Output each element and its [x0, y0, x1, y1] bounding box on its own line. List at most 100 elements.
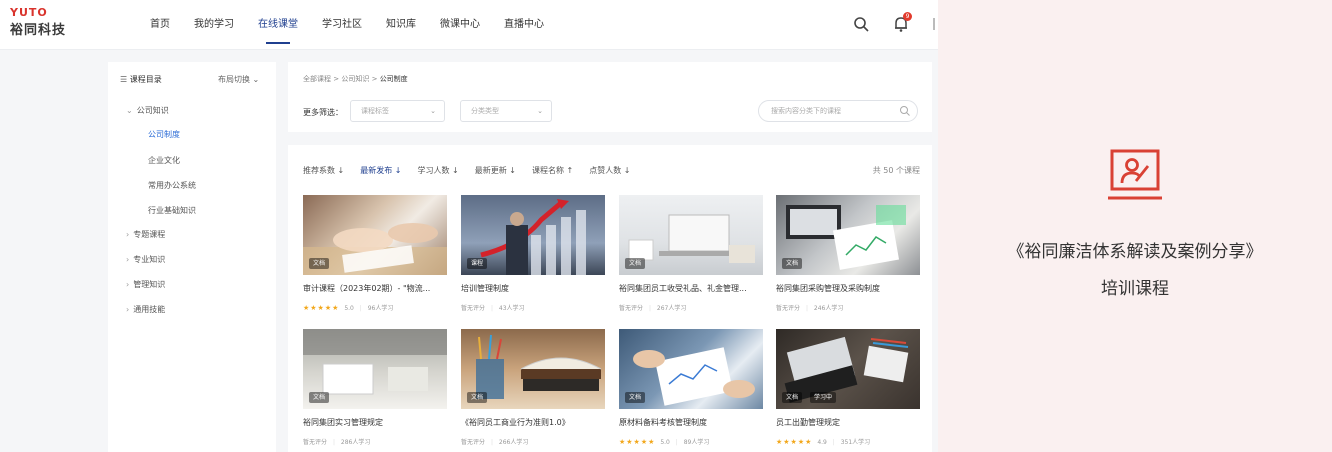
promo-subtitle: 培训课程 — [1101, 279, 1169, 299]
header-divider — [933, 18, 935, 30]
nav-home[interactable]: 首页 — [150, 0, 170, 50]
course-title[interactable]: 《裕同员工商业行为准则1.0》 — [461, 417, 605, 428]
sidebar-item-label: 公司知识 — [136, 106, 169, 115]
promo-title: 《裕同廉洁体系解读及案例分享》 — [1007, 242, 1263, 262]
sidebar-item-company-knowledge[interactable]: ⌄ 公司知识 — [126, 105, 169, 116]
course-title[interactable]: 员工出勤管理规定 — [776, 417, 920, 428]
chevron-right-icon: › — [126, 305, 130, 314]
sort-updated[interactable]: 最新更新 ↓ — [475, 165, 516, 176]
sort-recommend[interactable]: 推荐系数 ↓ — [303, 165, 344, 176]
sort-learners[interactable]: 学习人数 ↓ — [418, 165, 459, 176]
rating-stars: ★★★★★ — [619, 438, 656, 446]
nav-community[interactable]: 学习社区 — [322, 0, 362, 50]
rating-stars: ★★★★★ — [303, 304, 340, 312]
doc-type-tag: 文档 — [625, 392, 646, 403]
sidebar-item-company-policy[interactable]: 公司制度 — [148, 129, 180, 140]
course-title[interactable]: 原材料备料考核管理制度 — [619, 417, 763, 428]
brand-logo[interactable]: YUTO 裕同科技 — [10, 6, 80, 38]
course-title[interactable]: 裕同集团采购管理及采购制度 — [776, 283, 920, 294]
course-thumbnail: 文档 — [461, 329, 605, 409]
sort-bar: 推荐系数 ↓ 最新发布 ↓ 学习人数 ↓ 最新更新 ↓ 课程名称 ↑ 点赞人数 … — [303, 165, 647, 176]
type-select[interactable]: 分类类型 ⌄ — [460, 100, 552, 122]
course-title[interactable]: 培训管理制度 — [461, 283, 605, 294]
layout-switch[interactable]: 布局切换 ⌄ — [218, 74, 259, 85]
breadcrumb-separator: > — [371, 75, 378, 83]
course-card[interactable]: 文档 《裕同员工商业行为准则1.0》 暂无评分 | 266人学习 — [461, 329, 605, 452]
course-catalog-sidebar: ☰ 课程目录 布局切换 ⌄ ⌄ 公司知识 公司制度 企业文化 常用办公系统 行业基… — [108, 62, 276, 452]
learner-count: 96人学习 — [367, 305, 394, 312]
sidebar-item-industry-basics[interactable]: 行业基础知识 — [148, 205, 196, 216]
course-title[interactable]: 裕同集团实习管理规定 — [303, 417, 447, 428]
course-thumbnail: 文档 — [619, 195, 763, 275]
sidebar-item-general-skills[interactable]: › 通用技能 — [126, 304, 165, 315]
rating-value: 暂无评分 — [303, 439, 328, 446]
course-meta: ★★★★★ 4.9 | 351人学习 — [776, 438, 871, 446]
course-count: 共 50 个课程 — [872, 166, 920, 175]
course-title[interactable]: 审计课程（2023年02期）- "物流... — [303, 283, 447, 294]
sidebar-item-topic-courses[interactable]: › 专题课程 — [126, 229, 165, 240]
course-card[interactable]: 课程 培训管理制度 暂无评分 | 43人学习 — [461, 195, 605, 325]
sidebar-item-management[interactable]: › 管理知识 — [126, 279, 165, 290]
breadcrumb: 全部课程 > 公司知识 > 公司制度 — [303, 74, 408, 84]
sort-name[interactable]: 课程名称 ↑ — [532, 165, 573, 176]
nav-online-class[interactable]: 在线课堂 — [258, 0, 298, 50]
list-icon: ☰ — [120, 75, 130, 84]
doc-type-tag: 文档 — [782, 258, 803, 269]
brand-name: 裕同科技 — [10, 23, 67, 38]
rating-value: 暂无评分 — [776, 305, 801, 312]
filter-label: 更多筛选： — [303, 108, 343, 117]
nav-live[interactable]: 直播中心 — [504, 0, 544, 50]
course-meta: 暂无评分 | 246人学习 — [776, 305, 844, 312]
course-card[interactable]: 文档 裕同集团采购管理及采购制度 暂无评分 | 246人学习 — [776, 195, 920, 325]
search-icon[interactable] — [899, 105, 911, 117]
learner-count: 267人学习 — [656, 305, 687, 312]
learning-status-tag: 学习中 — [810, 392, 837, 403]
breadcrumb-all[interactable]: 全部课程 — [303, 75, 331, 83]
course-search-input[interactable]: 搜索内容分类下的课程 — [758, 100, 918, 122]
rating-value: 暂无评分 — [461, 439, 486, 446]
chevron-down-icon: ⌄ — [126, 106, 133, 115]
course-meta: 暂无评分 | 286人学习 — [303, 439, 371, 446]
rating-value: 5.0 — [344, 305, 354, 312]
course-thumbnail: 文档 学习中 — [776, 329, 920, 409]
learner-count: 351人学习 — [840, 439, 871, 446]
course-card[interactable]: 文档 原材料备料考核管理制度 ★★★★★ 5.0 | 89人学习 — [619, 329, 763, 452]
course-meta: 暂无评分 | 43人学习 — [461, 305, 525, 312]
nav-micro-course[interactable]: 微课中心 — [440, 0, 480, 50]
tag-select[interactable]: 课程标签 ⌄ — [350, 100, 445, 122]
presentation-icon — [1108, 149, 1162, 200]
sort-latest[interactable]: 最新发布 ↓ — [360, 165, 401, 176]
chevron-down-icon: ⌄ — [537, 107, 543, 115]
course-thumbnail: 文档 — [303, 329, 447, 409]
course-promo-panel: 《裕同廉洁体系解读及案例分享》 培训课程 — [938, 0, 1332, 452]
course-card[interactable]: 文档 学习中 员工出勤管理规定 ★★★★★ 4.9 | 351人学习 — [776, 329, 920, 452]
logo-wordmark: YUTO — [10, 6, 48, 19]
course-meta: ★★★★★ 5.0 | 96人学习 — [303, 304, 394, 312]
sidebar-item-label: 专业知识 — [133, 255, 166, 264]
course-card[interactable]: 文档 裕同集团实习管理规定 暂无评分 | 286人学习 — [303, 329, 447, 452]
course-card[interactable]: 文档 审计课程（2023年02期）- "物流... ★★★★★ 5.0 | 96… — [303, 195, 447, 325]
nav-knowledge-base[interactable]: 知识库 — [386, 0, 416, 50]
rating-value: 暂无评分 — [619, 305, 644, 312]
notification-badge: 9 — [903, 12, 912, 21]
type-select-placeholder: 分类类型 — [471, 107, 499, 115]
nav-my-learning[interactable]: 我的学习 — [194, 0, 234, 50]
sidebar-item-professional[interactable]: › 专业知识 — [126, 254, 165, 265]
sort-likes[interactable]: 点赞人数 ↓ — [589, 165, 630, 176]
rating-value: 4.9 — [817, 439, 827, 446]
sidebar-item-label: 管理知识 — [133, 280, 166, 289]
chevron-down-icon: ⌄ — [430, 107, 436, 115]
course-meta: 暂无评分 | 267人学习 — [619, 305, 687, 312]
course-title[interactable]: 裕同集团员工收受礼品、礼金管理... — [619, 283, 763, 294]
breadcrumb-company[interactable]: 公司知识 — [341, 75, 369, 83]
search-icon[interactable] — [852, 15, 870, 33]
rating-value: 暂无评分 — [461, 305, 486, 312]
learner-count: 266人学习 — [498, 439, 529, 446]
sidebar-item-culture[interactable]: 企业文化 — [148, 155, 180, 166]
course-card[interactable]: 文档 裕同集团员工收受礼品、礼金管理... 暂无评分 | 267人学习 — [619, 195, 763, 325]
course-thumbnail: 文档 — [776, 195, 920, 275]
course-meta: ★★★★★ 5.0 | 89人学习 — [619, 438, 710, 446]
sidebar-item-office-systems[interactable]: 常用办公系统 — [148, 180, 196, 191]
tag-select-placeholder: 课程标签 — [361, 107, 389, 115]
learner-count: 89人学习 — [683, 439, 710, 446]
